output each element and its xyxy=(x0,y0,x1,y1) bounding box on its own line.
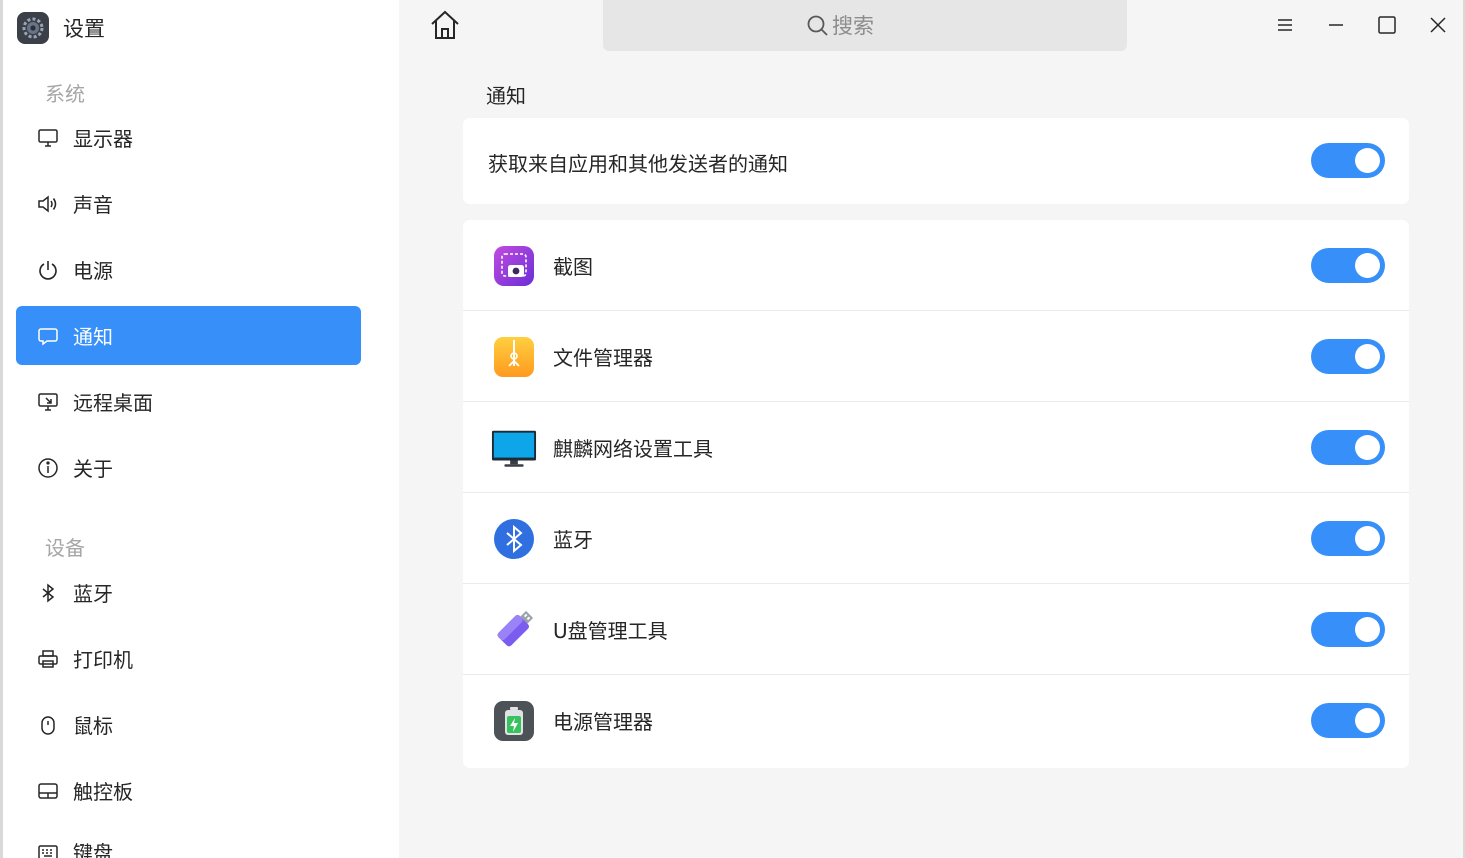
remote-desktop-icon xyxy=(36,390,60,414)
keyboard-icon xyxy=(36,840,60,858)
mouse-icon xyxy=(36,713,60,737)
minimize-button[interactable] xyxy=(1321,10,1351,40)
toggle-knob xyxy=(1355,708,1380,733)
list-item-network-tool: 麒麟网络设置工具 xyxy=(463,402,1409,493)
usb-drive-app-icon xyxy=(491,608,537,652)
power-manager-notification-toggle[interactable] xyxy=(1311,703,1385,738)
list-item-screenshot: 截图 xyxy=(463,220,1409,311)
search-icon xyxy=(807,15,828,36)
list-item-power-manager: 电源管理器 xyxy=(463,675,1409,766)
sidebar-item-label: 蓝牙 xyxy=(73,582,113,606)
sidebar-item-display[interactable]: 显示器 xyxy=(16,108,361,167)
sidebar-item-mouse[interactable]: 鼠标 xyxy=(16,695,361,754)
page-title: 通知 xyxy=(486,84,526,108)
sidebar-item-label: 电源 xyxy=(73,259,113,283)
app-title: 设置 xyxy=(63,17,105,41)
app-name: 麒麟网络设置工具 xyxy=(553,437,713,461)
toggle-knob xyxy=(1355,435,1380,460)
maximize-button[interactable] xyxy=(1372,10,1402,40)
sidebar-item-label: 鼠标 xyxy=(73,714,113,738)
toggle-knob xyxy=(1355,148,1380,173)
sidebar-item-printer[interactable]: 打印机 xyxy=(16,629,361,688)
master-notification-card: 获取来自应用和其他发送者的通知 xyxy=(463,118,1409,204)
list-item-file-manager: 文件管理器 xyxy=(463,311,1409,402)
menu-button[interactable] xyxy=(1270,10,1300,40)
sidebar-item-label: 键盘 xyxy=(73,841,113,858)
monitor-icon xyxy=(36,126,60,150)
sidebar-item-label: 声音 xyxy=(73,193,113,217)
sidebar-item-keyboard[interactable]: 键盘 xyxy=(16,822,361,858)
hamburger-menu-icon xyxy=(1278,19,1292,31)
group-title-system: 系统 xyxy=(45,82,85,106)
sidebar-item-touchpad[interactable]: 触控板 xyxy=(16,761,361,820)
app-name: 蓝牙 xyxy=(553,528,593,552)
sidebar-item-label: 显示器 xyxy=(73,127,133,151)
app-name: 截图 xyxy=(553,255,593,279)
home-button[interactable] xyxy=(428,8,462,42)
toggle-knob xyxy=(1355,344,1380,369)
master-notification-toggle[interactable] xyxy=(1311,143,1385,178)
sidebar: 设置 系统 显示器 声音 电源 通知 远程桌面 关于 设备 蓝牙 打印机 鼠标 … xyxy=(0,0,399,858)
sidebar-item-about[interactable]: 关于 xyxy=(16,438,361,497)
master-notification-label: 获取来自应用和其他发送者的通知 xyxy=(488,152,788,176)
settings-gear-icon xyxy=(17,12,49,44)
network-monitor-app-icon xyxy=(491,426,537,470)
toggle-knob xyxy=(1355,526,1380,551)
app-name: U盘管理工具 xyxy=(553,619,668,643)
sidebar-item-label: 通知 xyxy=(73,325,113,349)
home-icon xyxy=(431,10,459,39)
sidebar-item-label: 远程桌面 xyxy=(73,391,153,415)
list-item-bluetooth: 蓝牙 xyxy=(463,493,1409,584)
power-icon xyxy=(36,258,60,282)
app-notification-list: 截图 文件管理器 麒麟网络设置工具 蓝牙 U盘管理工具 电源管理器 xyxy=(463,220,1409,768)
toggle-knob xyxy=(1355,617,1380,642)
printer-icon xyxy=(36,647,60,671)
battery-app-icon xyxy=(491,699,537,743)
sidebar-item-bluetooth[interactable]: 蓝牙 xyxy=(16,563,361,622)
info-icon xyxy=(36,456,60,480)
file-manager-app-icon xyxy=(491,335,537,379)
group-title-devices: 设备 xyxy=(45,536,85,560)
app-name: 文件管理器 xyxy=(553,346,653,370)
sidebar-item-sound[interactable]: 声音 xyxy=(16,174,361,233)
bluetooth-icon xyxy=(36,581,60,605)
maximize-icon xyxy=(1378,16,1396,34)
sidebar-item-label: 打印机 xyxy=(73,648,133,672)
network-tool-notification-toggle[interactable] xyxy=(1311,430,1385,465)
close-button[interactable] xyxy=(1423,10,1453,40)
touchpad-icon xyxy=(36,779,60,803)
usb-tool-notification-toggle[interactable] xyxy=(1311,612,1385,647)
list-item-usb-tool: U盘管理工具 xyxy=(463,584,1409,675)
app-name: 电源管理器 xyxy=(553,710,653,734)
minimize-icon xyxy=(1329,24,1343,26)
sidebar-item-power[interactable]: 电源 xyxy=(16,240,361,299)
sidebar-item-label: 触控板 xyxy=(73,780,133,804)
screenshot-notification-toggle[interactable] xyxy=(1311,248,1385,283)
chat-bubble-icon xyxy=(36,324,60,348)
bluetooth-app-icon xyxy=(491,517,537,561)
search-bar[interactable] xyxy=(603,0,1127,51)
speaker-icon xyxy=(36,192,60,216)
file-manager-notification-toggle[interactable] xyxy=(1311,339,1385,374)
sidebar-item-notification[interactable]: 通知 xyxy=(16,306,361,365)
screenshot-app-icon xyxy=(491,244,537,288)
toggle-knob xyxy=(1355,253,1380,278)
search-input[interactable] xyxy=(830,12,924,39)
sidebar-item-remote-desktop[interactable]: 远程桌面 xyxy=(16,372,361,431)
close-icon xyxy=(1430,17,1446,33)
sidebar-item-label: 关于 xyxy=(73,457,113,481)
bluetooth-notification-toggle[interactable] xyxy=(1311,521,1385,556)
